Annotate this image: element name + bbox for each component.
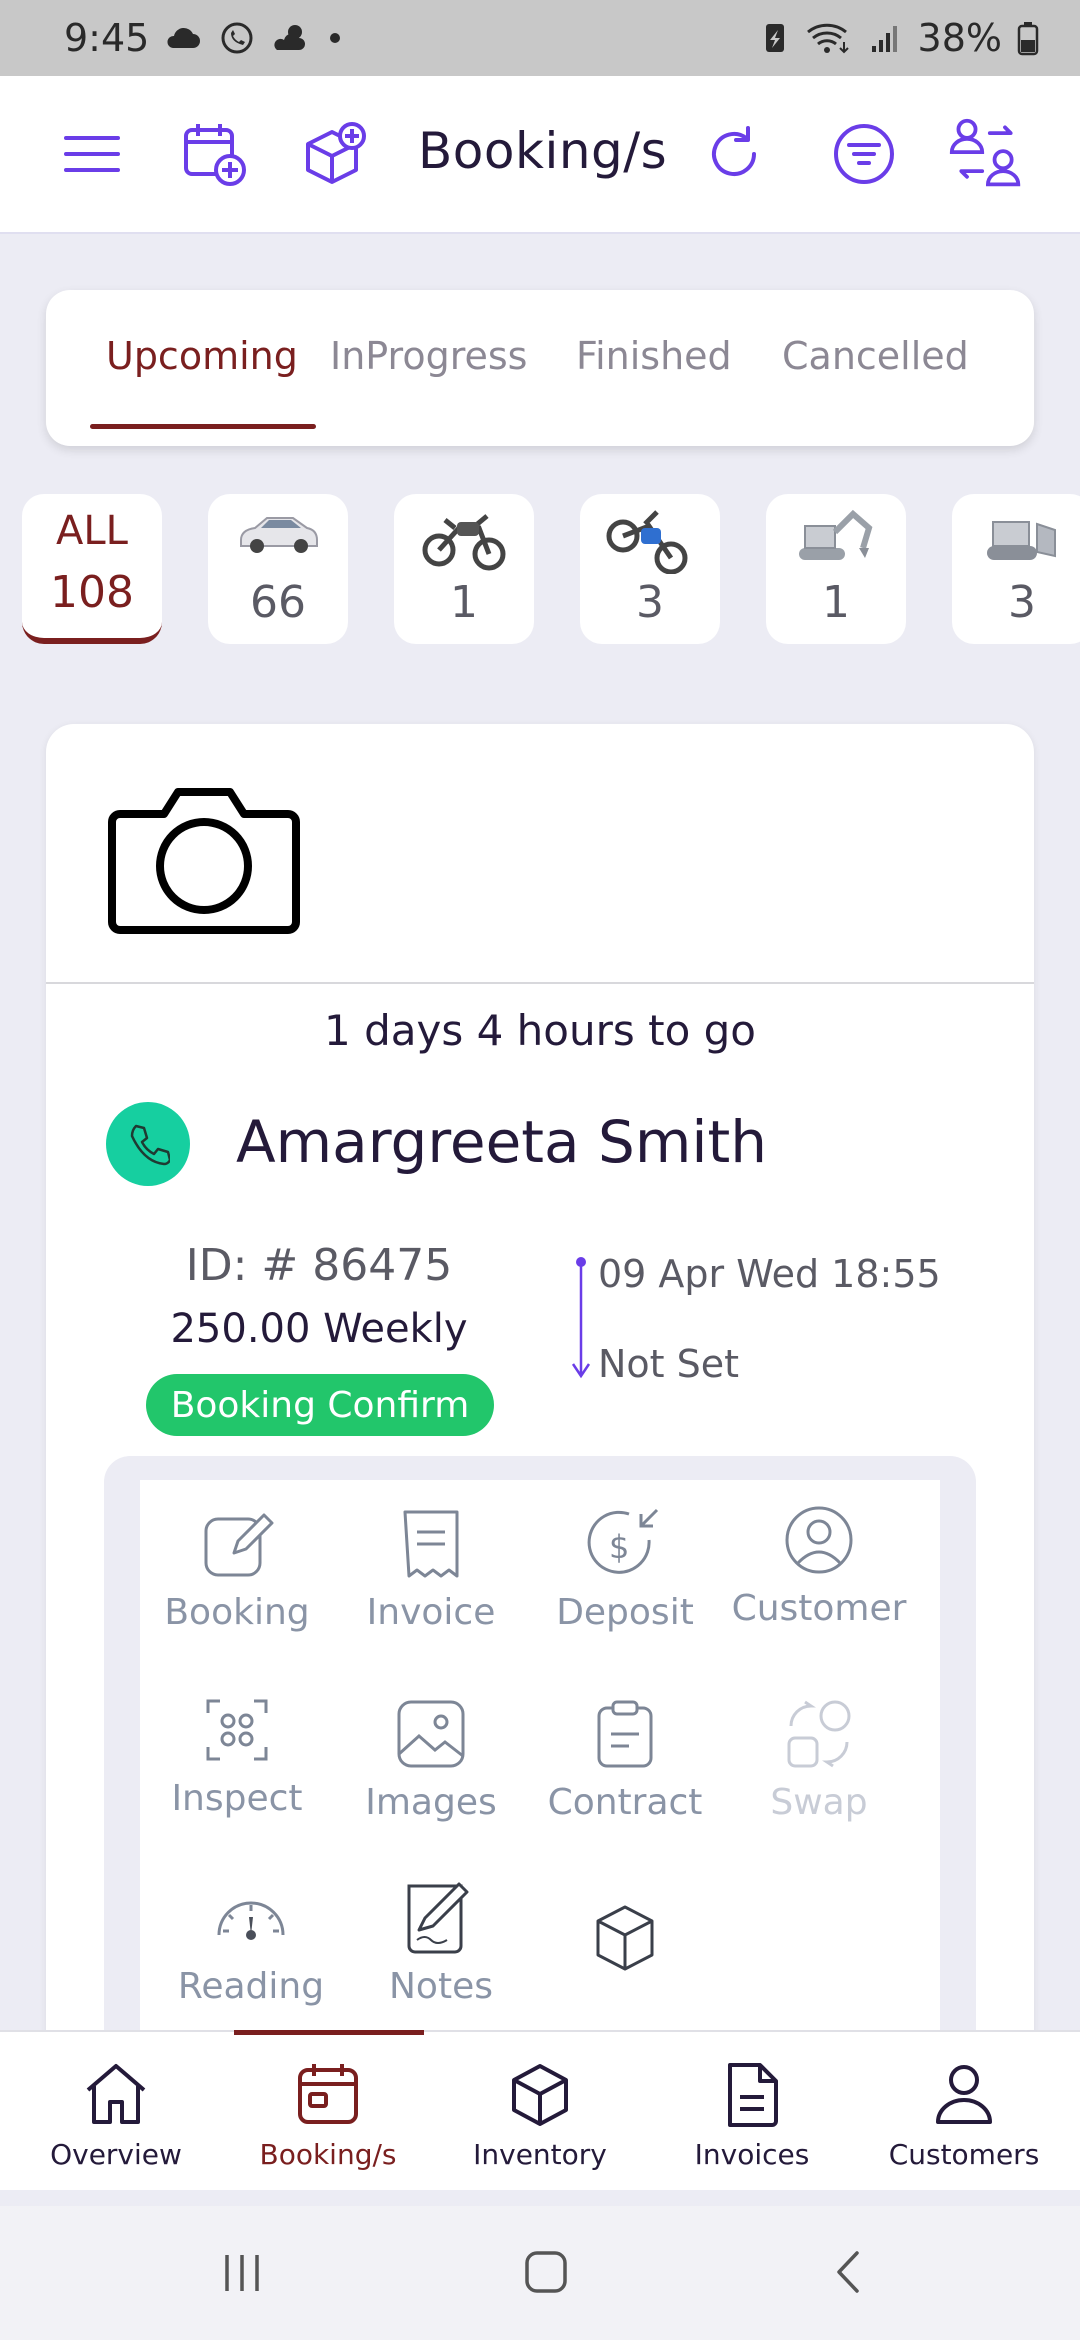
category-chip-car[interactable]: 66 — [208, 494, 348, 644]
status-badge: Booking Confirm — [146, 1374, 494, 1436]
calendar-add-icon[interactable] — [176, 116, 252, 192]
person-icon — [936, 2065, 992, 2124]
back-icon[interactable] — [820, 2242, 880, 2302]
action-images[interactable]: Images — [336, 1694, 526, 1823]
battery-percent: 38% — [917, 16, 1002, 60]
action-booking[interactable]: Booking — [142, 1504, 332, 1633]
refresh-icon[interactable] — [696, 116, 772, 192]
gauge-icon — [217, 1901, 285, 1940]
home-icon — [86, 2064, 146, 2124]
chip-count: 66 — [250, 577, 306, 628]
booking-card[interactable]: 1 days 4 hours to go Amargreeta Smith ID… — [46, 724, 1034, 2044]
switch-user-icon[interactable] — [948, 116, 1024, 192]
svg-text:$: $ — [609, 1528, 629, 1566]
document-icon — [728, 2063, 778, 2127]
inspect-icon — [206, 1699, 268, 1761]
nav-inventory[interactable]: Inventory — [432, 2032, 648, 2192]
signal-icon — [871, 26, 897, 52]
action-notes[interactable]: Notes — [346, 1878, 536, 2007]
chip-count: 3 — [636, 577, 664, 628]
invoice-icon — [403, 1510, 459, 1578]
nav-customers[interactable]: Customers — [856, 2032, 1072, 2192]
cube-icon — [512, 2064, 568, 2126]
edit-icon — [204, 1513, 274, 1577]
chip-label: ALL — [56, 508, 128, 554]
calendar-icon — [298, 2064, 358, 2124]
date-range-arrow — [571, 1257, 591, 1379]
customer-name[interactable]: Amargreeta Smith — [236, 1108, 767, 1176]
home-button-icon[interactable] — [516, 2242, 576, 2302]
action-inspect[interactable]: Inspect — [142, 1690, 332, 1819]
tab-inprogress[interactable]: InProgress — [330, 334, 527, 378]
end-date: Not Set — [598, 1342, 740, 1386]
images-icon — [397, 1700, 465, 1768]
action-swap[interactable]: Swap — [724, 1694, 914, 1823]
action-extra[interactable] — [530, 1898, 720, 1978]
call-button[interactable] — [106, 1102, 190, 1186]
booking-rate: 250.00 Weekly — [170, 1306, 468, 1352]
nav-bookings[interactable]: Booking/s — [220, 2032, 436, 2192]
status-time: 9:45 — [64, 16, 150, 60]
vehicle-photo-area[interactable] — [46, 724, 1034, 984]
category-chip-excavator[interactable]: 1 — [766, 494, 906, 644]
nav-overview[interactable]: Overview — [8, 2032, 224, 2192]
action-deposit[interactable]: $ Deposit — [530, 1504, 720, 1633]
category-chip-bulldozer[interactable]: 3 — [952, 494, 1080, 644]
contract-icon — [597, 1700, 653, 1768]
start-date: 09 Apr Wed 18:55 — [598, 1252, 941, 1296]
category-chip-dirt-bike[interactable]: 3 — [580, 494, 720, 644]
cloud-icon — [167, 27, 201, 48]
nav-active-indicator — [234, 2030, 424, 2035]
status-bar: 9:45 38% — [0, 0, 1080, 76]
weather-icon — [274, 25, 306, 50]
recent-apps-icon[interactable] — [212, 2242, 272, 2302]
tab-active-indicator — [90, 424, 316, 429]
camera-icon[interactable] — [106, 774, 302, 944]
action-contract[interactable]: Contract — [530, 1694, 720, 1823]
bottom-nav: Overview Booking/s Inventory Invoices Cu… — [0, 2030, 1080, 2190]
time-to-go: 1 days 4 hours to go — [324, 1006, 756, 1055]
actions-panel: Booking Invoice $ Deposit Customer Inspe… — [104, 1456, 976, 2044]
box-add-icon[interactable] — [296, 116, 372, 192]
status-tabs: Upcoming InProgress Finished Cancelled — [46, 290, 1034, 446]
action-invoice[interactable]: Invoice — [336, 1504, 526, 1633]
whatsapp-icon — [221, 22, 253, 54]
excavator-icon — [799, 509, 873, 560]
wifi-icon — [806, 23, 849, 54]
system-navigation-bar — [0, 2206, 1080, 2340]
motorcycle-icon — [422, 514, 506, 571]
app-header: Booking/s — [0, 76, 1080, 234]
tab-cancelled[interactable]: Cancelled — [782, 334, 969, 378]
chip-count: 108 — [50, 567, 134, 618]
page-title: Booking/s — [418, 122, 668, 180]
action-reading[interactable]: Reading — [156, 1878, 346, 2007]
menu-icon[interactable] — [54, 116, 130, 192]
chip-count: 1 — [450, 577, 478, 628]
chip-count: 3 — [1008, 577, 1036, 628]
actions-grid: Booking Invoice $ Deposit Customer Inspe… — [140, 1480, 940, 2044]
tab-upcoming[interactable]: Upcoming — [106, 334, 298, 378]
car-icon — [240, 517, 318, 553]
battery-icon — [1017, 22, 1039, 56]
dot-icon — [330, 33, 341, 43]
category-chip-motorcycle[interactable]: 1 — [394, 494, 534, 644]
nav-invoices[interactable]: Invoices — [644, 2032, 860, 2192]
deposit-icon: $ — [587, 1508, 659, 1574]
swap-icon — [787, 1700, 851, 1768]
cube-icon — [596, 1905, 654, 1971]
customer-icon — [785, 1506, 853, 1574]
chip-count: 1 — [822, 577, 850, 628]
battery-saver-icon — [765, 24, 784, 52]
category-chip-all[interactable]: ALL 108 — [22, 494, 162, 644]
dirt-bike-icon — [606, 510, 688, 574]
phone-icon — [130, 1124, 170, 1166]
notes-icon — [407, 1882, 469, 1954]
bulldozer-icon — [987, 521, 1056, 560]
filter-icon[interactable] — [826, 116, 902, 192]
tab-finished[interactable]: Finished — [576, 334, 732, 378]
booking-id: ID: # 86475 — [185, 1240, 453, 1291]
action-customer[interactable]: Customer — [724, 1500, 914, 1629]
